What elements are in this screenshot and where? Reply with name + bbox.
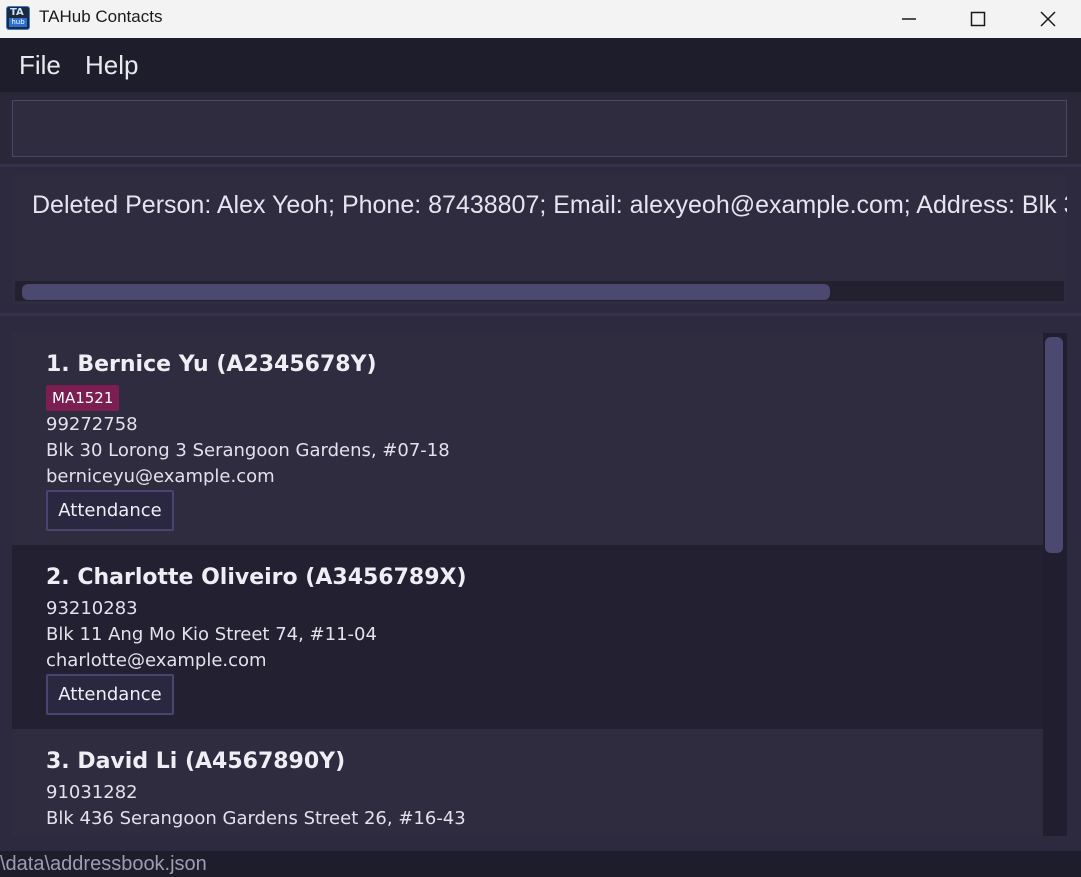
result-message: Deleted Person: Alex Yeoh; Phone: 874388…: [32, 191, 1067, 219]
close-button[interactable]: [1025, 0, 1071, 38]
status-bar: \data\addressbook.json: [0, 851, 1081, 877]
app-logo-icon: TA hub: [6, 6, 30, 30]
menu-file[interactable]: File: [19, 50, 61, 81]
person-address: Blk 436 Serangoon Gardens Street 26, #16…: [46, 808, 466, 829]
maximize-icon: [970, 11, 986, 27]
person-card[interactable]: 1. Bernice Yu (A2345678Y) MA1521 9927275…: [12, 333, 1043, 545]
divider[interactable]: [0, 164, 1081, 167]
tag-badge: MA1521: [46, 385, 120, 411]
maximize-button[interactable]: [955, 0, 1001, 38]
person-phone: 91031282: [46, 782, 138, 803]
command-input[interactable]: [12, 100, 1067, 157]
minimize-icon: [902, 18, 916, 20]
list-scrollbar-thumb[interactable]: [1045, 337, 1063, 553]
window-title: TAHub Contacts: [39, 7, 163, 26]
menu-help[interactable]: Help: [85, 50, 138, 81]
person-phone: 93210283: [46, 598, 138, 619]
list-vertical-scrollbar[interactable]: [1043, 333, 1067, 836]
attendance-button[interactable]: Attendance: [46, 674, 174, 715]
result-display: Deleted Person: Alex Yeoh; Phone: 874388…: [12, 175, 1067, 304]
close-icon: [1040, 11, 1056, 27]
person-card[interactable]: 3. David Li (A4567890Y) 91031282 Blk 436…: [12, 729, 1043, 836]
person-address: Blk 30 Lorong 3 Serangoon Gardens, #07-1…: [46, 440, 450, 461]
result-horizontal-scrollbar[interactable]: [15, 281, 1064, 301]
person-name: 1. Bernice Yu (A2345678Y): [46, 352, 377, 377]
minimize-button[interactable]: [886, 0, 932, 38]
person-email: charlotte@example.com: [46, 650, 267, 671]
person-list: 1. Bernice Yu (A2345678Y) MA1521 9927275…: [12, 333, 1067, 836]
person-name: 2. Charlotte Oliveiro (A3456789X): [46, 565, 467, 590]
person-name: 3. David Li (A4567890Y): [46, 749, 346, 774]
app-logo-text: TA: [10, 7, 24, 18]
person-email: berniceyu@example.com: [46, 466, 275, 487]
person-phone: 99272758: [46, 414, 138, 435]
save-file-path: \data\addressbook.json: [0, 853, 207, 875]
divider[interactable]: [0, 313, 1081, 316]
person-address: Blk 11 Ang Mo Kio Street 74, #11-04: [46, 624, 377, 645]
title-bar: TA hub TAHub Contacts: [0, 0, 1081, 38]
person-card[interactable]: 2. Charlotte Oliveiro (A3456789X) 932102…: [12, 545, 1043, 729]
attendance-button[interactable]: Attendance: [46, 490, 174, 531]
menu-bar: File Help: [0, 38, 1081, 92]
result-scrollbar-thumb[interactable]: [22, 284, 830, 300]
app-logo-subtext: hub: [9, 18, 27, 27]
